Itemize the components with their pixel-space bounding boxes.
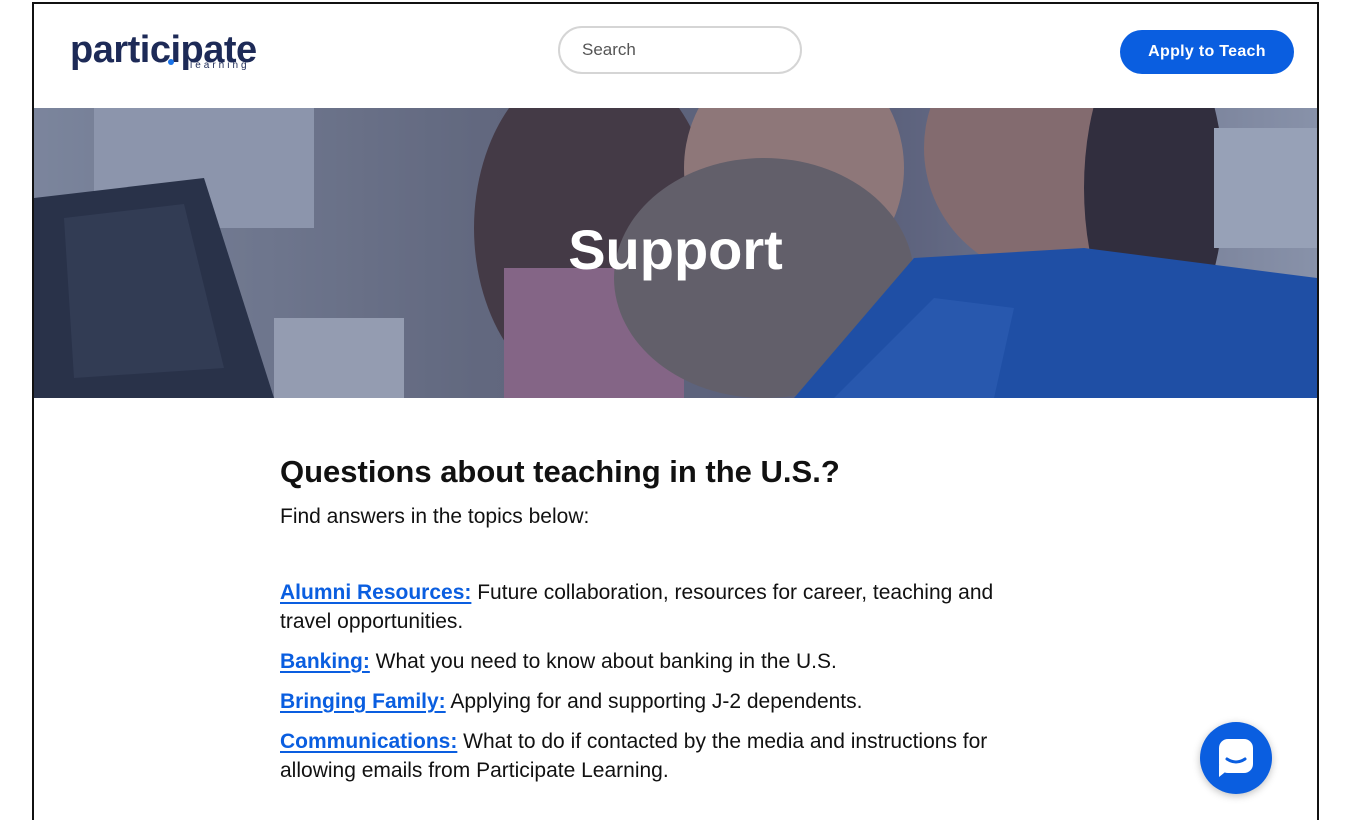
page-title: Support [568,218,783,281]
site-header: participate learning Apply to Teach [34,4,1317,108]
section-heading: Questions about teaching in the U.S.? [280,454,840,489]
search-input[interactable] [558,26,802,74]
alumni-resources-link[interactable]: Alumni Resources: [280,581,471,604]
logo[interactable]: participate learning [70,28,260,74]
bringing-family-link[interactable]: Bringing Family: [280,690,446,713]
topic-description: What you need to know about banking in t… [369,650,837,673]
chat-bubble-icon [1219,739,1253,777]
intro-text: Find answers in the topics below: [280,505,590,528]
support-content: Questions about teaching in the U.S.? Fi… [280,452,1010,796]
apply-to-teach-button[interactable]: Apply to Teach [1120,30,1294,74]
topic-item-alumni: Alumni Resources: Future collaboration, … [280,578,1010,636]
topic-item-communications: Communications: What to do if contacted … [280,727,1010,785]
logo-dot-icon [168,59,174,65]
banking-link[interactable]: Banking: [280,650,370,673]
logo-subtitle: learning [190,60,250,71]
communications-link[interactable]: Communications: [280,730,457,753]
topic-item-banking: Banking: What you need to know about ban… [280,647,1010,676]
topic-item-family: Bringing Family: Applying for and suppor… [280,687,1010,716]
topic-description: Applying for and supporting J-2 dependen… [445,690,863,713]
topic-list: Alumni Resources: Future collaboration, … [280,578,1010,785]
hero-banner: Support [34,108,1317,398]
chat-launcher-button[interactable] [1200,722,1272,794]
